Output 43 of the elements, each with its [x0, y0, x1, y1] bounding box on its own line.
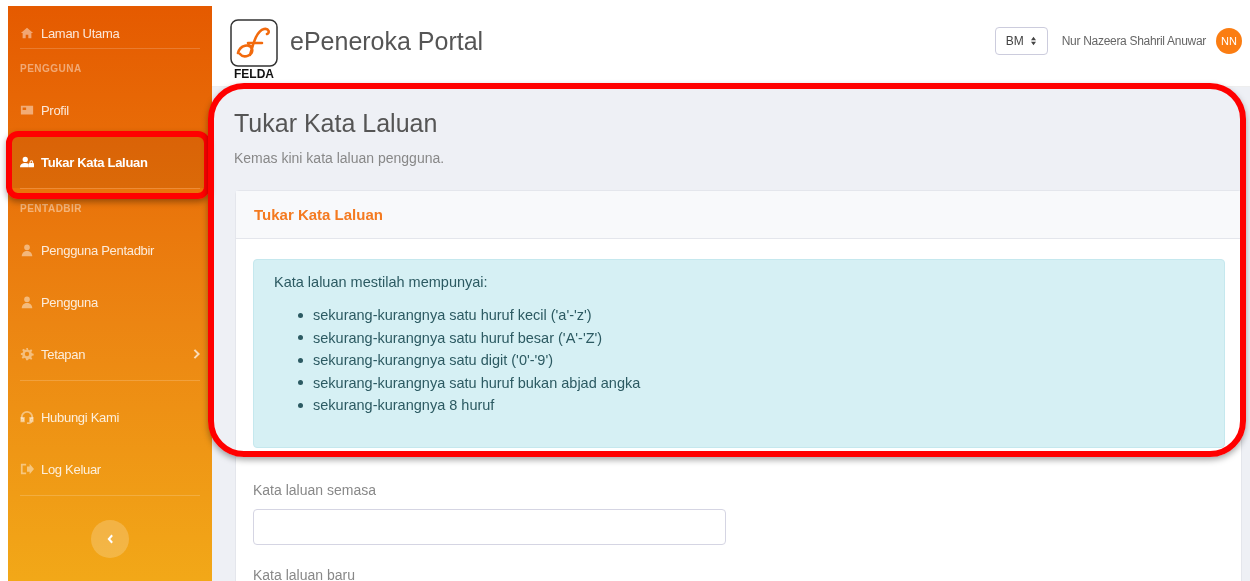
password-field[interactable] [253, 508, 726, 545]
user-name: Nur Nazeera Shahril Anuwar [1061, 34, 1206, 48]
app-title: ePeneroka Portal [290, 26, 484, 56]
sort-arrows-icon [1029, 36, 1037, 46]
page-title: Tukar Kata Laluan [234, 109, 439, 138]
logo-text: FELDA [234, 67, 274, 81]
user-avatar[interactable]: NN [1216, 28, 1242, 54]
rule-text: sekurang-kurangnya satu huruf bukan abjad angka [313, 373, 641, 393]
field-label: Kata laluan baru [253, 566, 356, 581]
page-subtitle: Kemas kini kata laluan pengguna. [234, 150, 446, 166]
user-icon [20, 295, 34, 309]
home-icon [20, 26, 34, 40]
bullet-icon [298, 402, 303, 408]
alert-text: Kata laluan mestilah mempunyai: [274, 274, 489, 290]
sidebar-item[interactable]: Pengguna Pentadbir [8, 224, 212, 276]
field-label: Kata laluan semasa [253, 481, 377, 498]
sidebar-item[interactable]: Laman Utama [8, 18, 212, 48]
card-title: Tukar Kata Laluan [254, 206, 383, 223]
user-icon [20, 243, 34, 257]
card-icon [20, 103, 34, 117]
bullet-icon [298, 335, 303, 341]
sidebar-item[interactable]: Hubungi Kami [8, 391, 212, 443]
headset-icon [20, 410, 34, 424]
rule-text: sekurang-kurangnya satu digit ('0'-'9') [313, 351, 553, 370]
bullet-icon [298, 357, 303, 363]
gear-icon [20, 347, 34, 361]
logout-icon [20, 462, 34, 476]
collapse-sidebar-button[interactable] [91, 520, 129, 558]
sidebar-heading: PENTADBIR [19, 202, 84, 216]
sidebar-item[interactable]: Pengguna [8, 276, 212, 328]
bullet-icon [298, 312, 303, 318]
sidebar-item[interactable]: Profil [8, 84, 212, 136]
rule-text: sekurang-kurangnya satu huruf kecil ('a'-'z') [313, 306, 592, 325]
sidebar-item[interactable]: Tetapan [8, 328, 212, 380]
rule-text: sekurang-kurangnya satu huruf besar ('A'-'Z') [313, 328, 603, 348]
sidebar-heading: PENGGUNA [19, 62, 83, 76]
logo-icon [230, 19, 278, 67]
rule-text: sekurang-kurangnya 8 huruf [313, 396, 495, 415]
language-select[interactable]: BM [994, 27, 1048, 55]
chevron-left-icon [106, 534, 114, 544]
sidebar-item[interactable]: Log Keluar [8, 443, 212, 495]
bullet-icon [298, 380, 303, 386]
userlock-icon [20, 155, 34, 169]
